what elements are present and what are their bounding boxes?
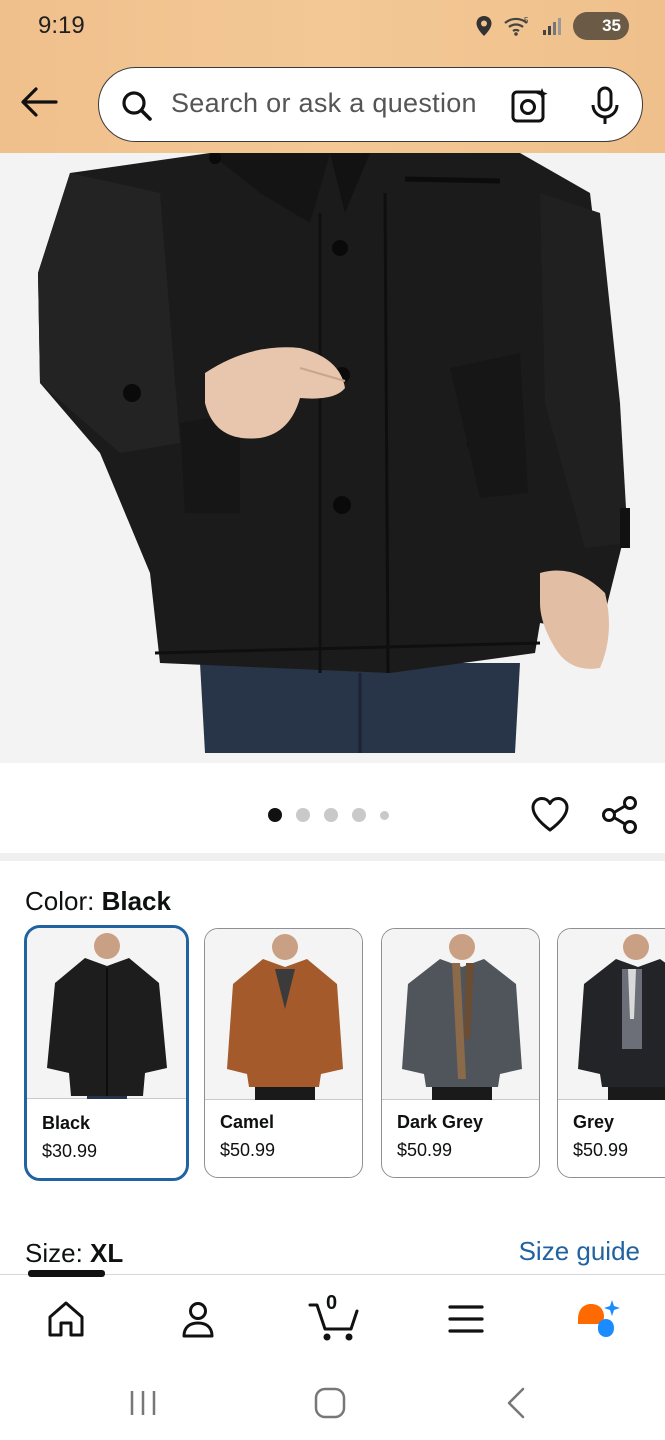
back-nav-icon[interactable] xyxy=(503,1386,529,1425)
image-carousel-dots[interactable] xyxy=(268,808,389,822)
color-option-camel[interactable]: Camel $50.99 xyxy=(204,928,363,1178)
active-tab-indicator xyxy=(28,1270,105,1277)
signal-icon xyxy=(543,18,561,35)
battery-level: 35 xyxy=(602,16,621,35)
nav-home[interactable] xyxy=(36,1291,96,1347)
nav-rufus[interactable] xyxy=(568,1291,628,1347)
search-icon xyxy=(119,88,155,129)
swatch-name: Black xyxy=(42,1113,91,1133)
nav-account[interactable] xyxy=(168,1291,228,1347)
share-icon[interactable] xyxy=(600,795,640,840)
carousel-dot[interactable] xyxy=(324,808,338,822)
coat-photo xyxy=(0,153,665,763)
person-icon xyxy=(182,1302,214,1338)
swatch-name: Dark Grey xyxy=(397,1112,484,1132)
color-label-prefix: Color: xyxy=(25,886,102,916)
location-icon xyxy=(476,16,492,36)
svg-text:5: 5 xyxy=(524,16,529,25)
status-icons: 5 35 xyxy=(475,12,629,40)
wifi-icon: 5 xyxy=(504,16,529,36)
size-label: Size: XL xyxy=(25,1238,123,1269)
status-time: 9:19 xyxy=(38,12,85,39)
arrow-left-icon xyxy=(21,87,58,117)
cart-count: 0 xyxy=(326,1292,338,1314)
swatch-name: Grey xyxy=(573,1112,615,1132)
hamburger-menu-icon xyxy=(448,1305,484,1333)
camera-lens-icon[interactable] xyxy=(509,86,551,131)
microphone-icon[interactable] xyxy=(589,85,621,132)
swatch-price: $50.99 xyxy=(573,1140,629,1160)
search-input[interactable]: Search or ask a question xyxy=(171,88,477,119)
nav-cart[interactable]: 0 xyxy=(300,1291,370,1347)
swatch-image xyxy=(27,928,186,1099)
heart-icon[interactable] xyxy=(530,795,570,840)
swatch-price: $50.99 xyxy=(220,1140,276,1160)
product-image[interactable] xyxy=(0,153,665,763)
selected-color: Black xyxy=(101,886,171,916)
system-nav-bar xyxy=(0,1360,665,1440)
swatch-image xyxy=(382,929,539,1100)
rufus-ai-icon xyxy=(578,1300,620,1337)
nav-menu[interactable] xyxy=(436,1291,496,1347)
swatch-name: Camel xyxy=(220,1112,275,1132)
recent-apps-icon[interactable] xyxy=(128,1388,158,1423)
home-icon xyxy=(48,1301,84,1337)
back-button[interactable] xyxy=(18,82,60,122)
home-button-icon[interactable] xyxy=(313,1386,347,1425)
size-guide-link[interactable]: Size guide xyxy=(519,1236,640,1267)
search-bar[interactable]: Search or ask a question xyxy=(98,67,643,142)
color-option-black[interactable]: Black $30.99 xyxy=(24,925,189,1181)
swatch-image xyxy=(558,929,665,1100)
swatch-price: $50.99 xyxy=(397,1140,453,1160)
carousel-dot[interactable] xyxy=(380,810,389,820)
color-label: Color: Black xyxy=(25,886,171,917)
size-label-prefix: Size: xyxy=(25,1238,91,1268)
carousel-dot[interactable] xyxy=(268,808,282,822)
selected-size: XL xyxy=(90,1238,124,1268)
swatch-image xyxy=(205,929,362,1100)
battery-indicator: 35 xyxy=(573,12,629,40)
app-header: 9:19 5 35 Search or ask a question xyxy=(0,0,665,153)
color-option-dark-grey[interactable]: Dark Grey $50.99 xyxy=(381,928,540,1178)
swatch-price: $30.99 xyxy=(42,1141,98,1161)
bottom-nav: 0 xyxy=(0,1270,665,1360)
color-option-grey[interactable]: Grey $50.99 xyxy=(557,928,665,1178)
carousel-dot[interactable] xyxy=(296,808,310,822)
carousel-dot[interactable] xyxy=(352,808,366,822)
section-divider xyxy=(0,853,665,861)
